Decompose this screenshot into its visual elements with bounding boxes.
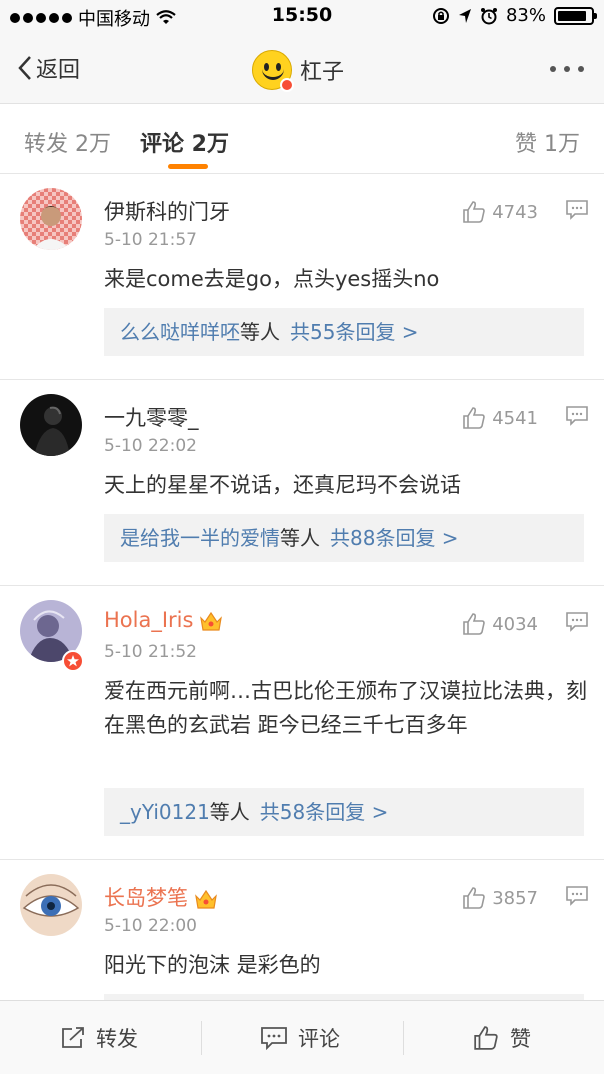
reply-users: 是给我一半的爱情: [120, 526, 280, 550]
like-label: 赞: [510, 1027, 531, 1051]
comment-text: 爱在西元前啊…古巴比伦王颁布了汉谟拉比法典，刻在黑色的玄武岩 距今已经三千七百多…: [104, 679, 587, 737]
comment-username[interactable]: 长岛梦笔: [104, 882, 218, 912]
reply-suffix: 等人: [240, 320, 280, 344]
comment-icon: [261, 1027, 287, 1050]
comment-text: 阳光下的泡沫 是彩色的: [104, 953, 321, 977]
comment-label: 评论: [298, 1027, 340, 1051]
like-button[interactable]: 4743: [462, 200, 538, 224]
like-count: 4034: [492, 613, 538, 635]
avatar[interactable]: [20, 394, 82, 456]
thumbs-up-icon: [474, 1026, 498, 1050]
alarm-icon: [480, 7, 497, 24]
avatar: [252, 50, 294, 92]
list-item: 伊斯科的门牙 5-10 21:57 4743 来是come去是go，点头yes摇…: [0, 174, 604, 380]
thumbs-up-icon: [463, 407, 485, 429]
toolbar-divider: [403, 1021, 404, 1055]
nav-bar: 返回 杠子: [0, 34, 604, 104]
tab-comments[interactable]: 评论 2万: [140, 126, 229, 158]
like-count: 3857: [492, 887, 538, 909]
comment-time: 5-10 22:02: [104, 436, 197, 456]
comment-username[interactable]: 一九零零_: [104, 402, 199, 432]
reply-users: _yYi0121: [120, 800, 210, 824]
thumbs-up-icon: [463, 613, 485, 635]
vip-crown-icon: [200, 611, 223, 631]
comment-time: 5-10 22:00: [104, 916, 197, 936]
reply-suffix: 等人: [209, 800, 250, 824]
reply-count: 共88条回复 >: [330, 526, 459, 550]
username-text: Hola_Iris: [104, 608, 194, 632]
verified-badge-icon: [62, 650, 84, 672]
more-button[interactable]: [550, 66, 584, 72]
battery-icon: [554, 6, 597, 25]
comment-text: 天上的星星不说话，还真尼玛不会说话: [104, 473, 461, 497]
reply-count: 共55条回复 >: [290, 320, 419, 344]
tab-bar: 转发 2万 评论 2万 赞 1万: [0, 104, 604, 174]
like-count: 4541: [492, 407, 538, 429]
back-label: 返回: [36, 58, 81, 83]
list-item: 一九零零_ 5-10 22:02 4541 天上的星星不说话，还真尼玛不会说话 …: [0, 380, 604, 586]
reply-suffix: 等人: [280, 526, 320, 550]
replies-link[interactable]: 是给我一半的爱情等人 共88条回复 >: [104, 514, 584, 562]
thumbs-up-icon: [463, 887, 485, 909]
comment-time: 5-10 21:52: [104, 642, 197, 662]
back-button[interactable]: 返回: [18, 52, 80, 84]
reply-count: 共58条回复 >: [259, 800, 389, 824]
vip-crown-icon: [195, 889, 217, 909]
reply-icon[interactable]: [566, 612, 588, 632]
chevron-left-icon: [18, 56, 31, 80]
replies-link[interactable]: _yYi0121等人 共58条回复 >: [104, 788, 584, 836]
reply-users: 么么哒咩咩呸: [120, 320, 240, 344]
thumbs-up-icon: [463, 201, 485, 223]
like-count: 4743: [492, 201, 538, 223]
tab-reposts[interactable]: 转发 2万: [24, 126, 111, 158]
like-button[interactable]: 4541: [462, 406, 538, 430]
comment-list: 伊斯科的门牙 5-10 21:57 4743 来是come去是go，点头yes摇…: [0, 174, 604, 1060]
bottom-toolbar: 转发 评论 赞: [0, 1000, 604, 1074]
like-button[interactable]: 4034: [462, 612, 538, 636]
replies-link[interactable]: 么么哒咩咩呸等人 共55条回复 >: [104, 308, 584, 356]
repost-button[interactable]: 转发: [60, 1001, 138, 1074]
avatar[interactable]: [20, 188, 82, 250]
location-icon: [458, 8, 471, 23]
toolbar-divider: [201, 1021, 202, 1055]
username-text: 长岛梦笔: [104, 886, 188, 910]
page-title-text: 杠子: [300, 60, 345, 85]
battery-percent: 83%: [505, 5, 546, 26]
comment-username[interactable]: 伊斯科的门牙: [104, 196, 230, 226]
tab-likes[interactable]: 赞 1万: [515, 126, 580, 158]
reply-icon[interactable]: [566, 406, 588, 426]
repost-label: 转发: [96, 1027, 138, 1051]
like-toolbar-button[interactable]: 赞: [472, 1001, 531, 1074]
tab-indicator: [168, 164, 208, 169]
rotation-lock-icon: [432, 7, 449, 24]
comment-text: 来是come去是go，点头yes摇头no: [104, 267, 440, 291]
share-icon: [62, 1027, 84, 1048]
avatar[interactable]: [20, 874, 82, 936]
reply-icon[interactable]: [566, 200, 588, 220]
reply-icon[interactable]: [566, 886, 588, 906]
comment-button[interactable]: 评论: [260, 1001, 340, 1074]
page-title[interactable]: 杠子: [252, 50, 345, 92]
comment-username[interactable]: Hola_Iris: [104, 608, 223, 632]
like-button[interactable]: 3857: [462, 886, 538, 910]
comment-time: 5-10 21:57: [104, 230, 197, 250]
status-bar: 中国移动 15:50 83%: [0, 0, 604, 34]
more-dots-icon: [550, 66, 556, 72]
list-item: Hola_Iris 5-10 21:52 4034 爱在西元前啊…古巴比伦王颁布…: [0, 586, 604, 860]
status-right: 83%: [432, 5, 597, 26]
verified-badge-icon: [280, 78, 294, 92]
